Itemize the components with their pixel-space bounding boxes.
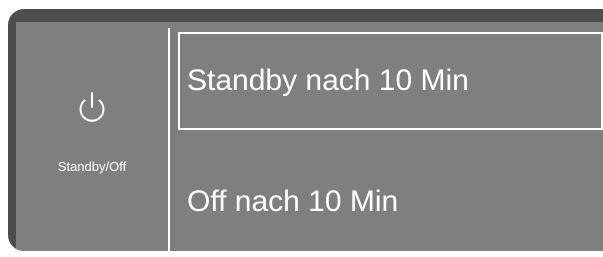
option-standby-10-min[interactable]: Standby nach 10 Min <box>178 32 603 130</box>
option-label: Off nach 10 Min <box>187 185 399 218</box>
power-icon <box>79 92 105 122</box>
sidebar-label: Standby/Off <box>57 159 127 174</box>
option-label: Standby nach 10 Min <box>187 64 469 97</box>
option-off-10-min[interactable]: Off nach 10 Min <box>178 152 603 236</box>
divider <box>168 28 170 251</box>
display-screen: Standby/Off Standby nach 10 Min Off nach… <box>8 9 603 251</box>
sidebar: Standby/Off <box>16 22 168 251</box>
settings-panel: Standby/Off Standby nach 10 Min Off nach… <box>16 22 603 251</box>
